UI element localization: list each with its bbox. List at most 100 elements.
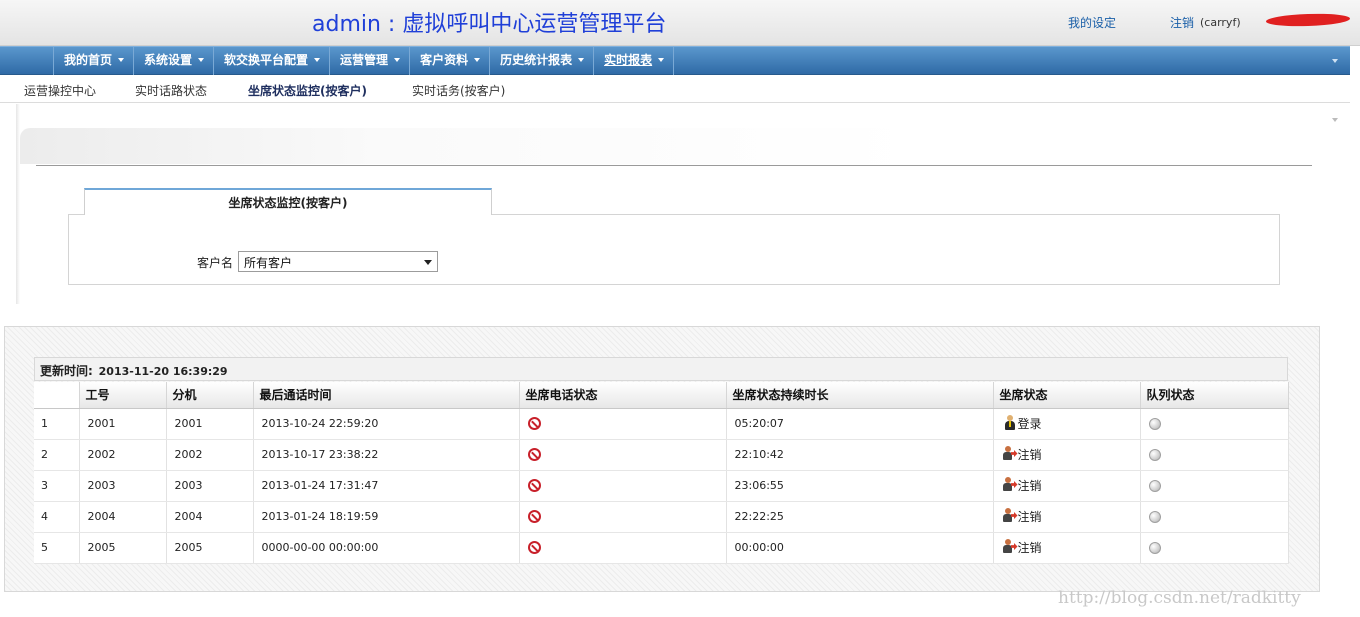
chevron-down-icon (658, 57, 665, 62)
agent-status-text: 注销 (1017, 510, 1042, 524)
customer-select[interactable]: 所有客户 (238, 251, 438, 272)
agent-status-cell: 注销 (993, 532, 1141, 564)
agent-id-cell: 2002 (79, 439, 167, 471)
app-header: admin : 虚拟呼叫中心运营管理平台 我的设定 注销 (carryf) (0, 0, 1360, 46)
gray-dot-icon[interactable] (1148, 480, 1161, 492)
subnav-item-line-status[interactable]: 实时话路状态 (135, 82, 207, 99)
nav-item-system-settings[interactable]: 系统设置 (134, 47, 215, 75)
phone-status-cell (519, 470, 727, 502)
chevron-down-icon (1332, 59, 1338, 63)
extension-cell: 2003 (166, 470, 254, 502)
main-nav: 我的首页 系统设置 软交换平台配置 运营管理 客户资料 历史统计报表 实时报表 (0, 46, 1350, 75)
nav-item-home[interactable]: 我的首页 (54, 47, 135, 75)
nav-item-label: 客户资料 (420, 53, 469, 67)
logout-icon (1002, 446, 1018, 462)
no-entry-icon (527, 541, 541, 555)
logout-icon (1002, 508, 1018, 524)
duration-cell: 00:00:00 (726, 532, 994, 564)
last-call-cell: 2013-10-24 22:59:20 (253, 408, 520, 440)
agent-status-cell: 注销 (993, 501, 1141, 533)
panel-header-glow (20, 128, 920, 164)
nav-item-realtime-reports[interactable]: 实时报表 (594, 47, 675, 75)
nav-item-label: 运营管理 (340, 53, 389, 67)
chevron-down-icon (1332, 118, 1338, 122)
agent-id-cell: 2001 (79, 408, 167, 440)
no-entry-icon (527, 479, 541, 493)
customer-label: 客户名 (197, 256, 234, 270)
queue-status-cell (1140, 532, 1289, 564)
nav-item-label: 历史统计报表 (500, 53, 573, 67)
row-index: 3 (34, 470, 80, 502)
logout-link[interactable]: 注销 (1170, 14, 1194, 31)
chevron-down-icon (394, 57, 401, 62)
watermark: http://blog.csdn.net/radkitty (1058, 588, 1301, 608)
subnav-item-agent-monitor[interactable]: 坐席状态监控(按客户) (248, 82, 367, 99)
queue-status-cell (1140, 439, 1289, 471)
divider (36, 165, 1312, 166)
tab-content (68, 214, 1280, 285)
nav-item-softswitch-config[interactable]: 软交换平台配置 (214, 47, 331, 75)
gray-dot-icon[interactable] (1148, 542, 1161, 554)
extension-cell: 2002 (166, 439, 254, 471)
chevron-down-icon (314, 57, 321, 62)
duration-cell: 22:10:42 (726, 439, 994, 471)
nav-item-customers[interactable]: 客户资料 (410, 47, 491, 75)
row-index: 5 (34, 532, 80, 564)
extension-cell: 2005 (166, 532, 254, 564)
table-row[interactable]: 2 2002 2002 2013-10-17 23:38:22 22:10:42… (34, 439, 1289, 471)
sub-nav: 运营操控中心 实时话路状态 坐席状态监控(按客户) 实时话务(按客户) (0, 76, 1350, 103)
table-row[interactable]: 4 2004 2004 2013-01-24 18:19:59 22:22:25… (34, 501, 1289, 533)
column-header-agent-id[interactable]: 工号 (79, 382, 167, 409)
queue-status-cell (1140, 501, 1289, 533)
gray-dot-icon[interactable] (1148, 449, 1161, 461)
table-row[interactable]: 5 2005 2005 0000-00-00 00:00:00 00:00:00… (34, 532, 1289, 564)
nav-item-label: 软交换平台配置 (224, 53, 309, 67)
column-header-agent-status[interactable]: 坐席状态 (993, 382, 1141, 409)
column-header-queue-status[interactable]: 队列状态 (1140, 382, 1289, 409)
column-header-extension[interactable]: 分机 (166, 382, 254, 409)
nav-item-label: 我的首页 (64, 53, 113, 67)
extension-cell: 2004 (166, 501, 254, 533)
agent-status-cell: 注销 (993, 470, 1141, 502)
my-settings-link[interactable]: 我的设定 (1068, 14, 1116, 31)
agent-icon (1002, 415, 1018, 431)
row-index: 1 (34, 408, 80, 440)
phone-status-cell (519, 501, 727, 533)
nav-item-label: 系统设置 (144, 53, 193, 67)
nav-item-label: 实时报表 (604, 53, 653, 67)
table-row[interactable]: 1 2001 2001 2013-10-24 22:59:20 05:20:07… (34, 408, 1289, 440)
extension-cell: 2001 (166, 408, 254, 440)
nav-item-operations[interactable]: 运营管理 (330, 47, 411, 75)
duration-cell: 23:06:55 (726, 470, 994, 502)
column-header-phone-status[interactable]: 坐席电话状态 (519, 382, 727, 409)
table-row[interactable]: 3 2003 2003 2013-01-24 17:31:47 23:06:55… (34, 470, 1289, 502)
gray-dot-icon[interactable] (1148, 418, 1161, 430)
username: (carryf) (1200, 16, 1241, 29)
gray-dot-icon[interactable] (1148, 511, 1161, 523)
phone-status-cell (519, 532, 727, 564)
column-header-index (34, 382, 80, 409)
agent-status-text: 注销 (1017, 448, 1042, 462)
no-entry-icon (527, 510, 541, 524)
subnav-item-ops-center[interactable]: 运营操控中心 (24, 82, 96, 99)
logout-icon (1002, 539, 1018, 555)
nav-item-history-reports[interactable]: 历史统计报表 (490, 47, 595, 75)
table-header-row: 工号 分机 最后通话时间 坐席电话状态 坐席状态持续时长 坐席状态 队列状态 (34, 382, 1289, 409)
chevron-down-icon (474, 57, 481, 62)
agent-id-cell: 2003 (79, 470, 167, 502)
column-header-last-call[interactable]: 最后通话时间 (253, 382, 520, 409)
tab-agent-monitor[interactable]: 坐席状态监控(按客户) (84, 188, 492, 215)
subnav-item-realtime-traffic[interactable]: 实时话务(按客户) (412, 82, 505, 99)
update-time-value: 2013-11-20 16:39:29 (98, 365, 228, 378)
redaction-mark (1265, 12, 1351, 28)
last-call-cell: 0000-00-00 00:00:00 (253, 532, 520, 564)
agent-status-table: 工号 分机 最后通话时间 坐席电话状态 坐席状态持续时长 坐席状态 队列状态 1… (34, 382, 1289, 564)
last-call-cell: 2013-01-24 18:19:59 (253, 501, 520, 533)
duration-cell: 05:20:07 (726, 408, 994, 440)
chevron-down-icon (198, 57, 205, 62)
logout-icon (1002, 477, 1018, 493)
queue-status-cell (1140, 470, 1289, 502)
column-header-duration[interactable]: 坐席状态持续时长 (726, 382, 994, 409)
no-entry-icon (527, 417, 541, 431)
agent-status-cell: 登录 (993, 408, 1141, 440)
